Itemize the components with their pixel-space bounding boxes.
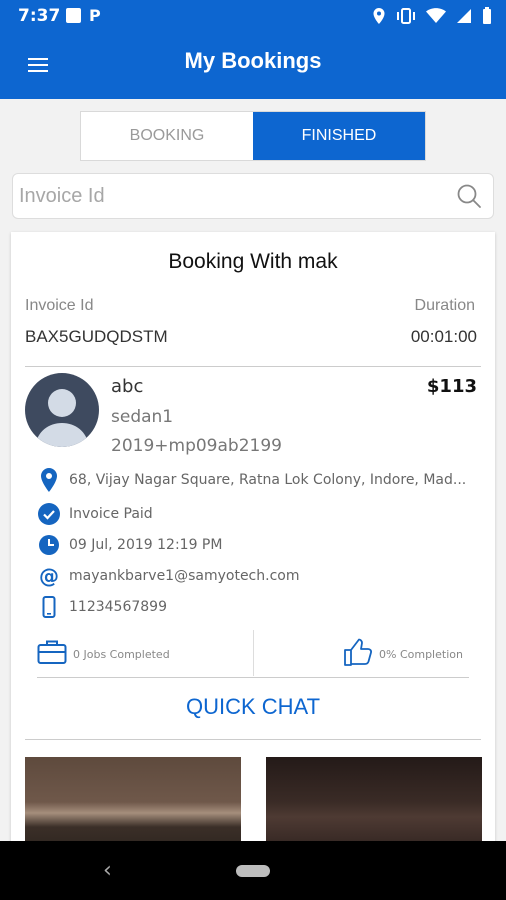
quick-chat-button[interactable]: QUICK CHAT	[11, 694, 495, 720]
notification-square-icon	[66, 8, 81, 23]
jobs-completed-text: 0 Jobs Completed	[73, 647, 170, 661]
invoice-id-label: Invoice Id	[25, 297, 94, 314]
jobs-completed-stat: 0 Jobs Completed	[37, 632, 170, 676]
duration-value: 00:01:00	[410, 327, 477, 346]
email-text: mayankbarve1@samyotech.com	[69, 568, 300, 584]
back-icon[interactable]: ‹	[103, 858, 112, 883]
page-title: My Bookings	[184, 48, 322, 73]
check-circle-icon	[37, 502, 61, 526]
invoice-id-value: BAX5GUDQDSTM	[25, 327, 168, 346]
status-time: 7:37	[18, 6, 61, 26]
phone-text: 11234567899	[69, 599, 167, 615]
battery-icon	[483, 7, 491, 24]
vibrate-icon	[397, 8, 415, 24]
system-nav-bar: ‹	[0, 841, 506, 900]
signal-icon	[457, 9, 471, 23]
briefcase-icon	[37, 639, 67, 669]
duration-label: Duration	[414, 297, 475, 314]
status-notification-icons: P	[66, 8, 101, 24]
datetime-row: 09 Jul, 2019 12:19 PM	[37, 533, 222, 557]
driver-car: sedan1	[111, 407, 174, 427]
stats-row: 0 Jobs Completed 0% Completion	[33, 630, 473, 676]
location-pin-icon	[37, 468, 61, 492]
booking-title: Booking With mak	[168, 250, 338, 273]
driver-name: abc	[111, 376, 144, 397]
booking-price: $113	[426, 376, 477, 397]
driver-plate: 2019+mp09ab2199	[111, 436, 282, 456]
thumbs-up-icon	[343, 637, 373, 671]
location-status-icon	[373, 8, 385, 24]
email-row: @ mayankbarve1@samyotech.com	[37, 564, 299, 588]
at-sign-icon: @	[39, 564, 59, 588]
clock-icon	[37, 533, 61, 557]
status-system-icons	[372, 7, 492, 25]
avatar	[25, 373, 99, 447]
search-icon[interactable]	[449, 176, 489, 216]
status-bar: 7:37 P	[0, 0, 506, 32]
divider	[25, 739, 481, 740]
address-row: 68, Vijay Nagar Square, Ratna Lok Colony…	[37, 468, 479, 492]
completion-text: 0% Completion	[379, 647, 463, 661]
stats-divider	[253, 630, 254, 676]
booking-tabs: BOOKING FINISHED	[80, 111, 426, 161]
divider	[25, 366, 481, 367]
divider	[37, 677, 469, 678]
payment-status: Invoice Paid	[69, 506, 153, 522]
search-input[interactable]	[13, 174, 449, 218]
booking-card[interactable]: Booking With mak Invoice Id BAX5GUDQDSTM…	[11, 232, 495, 857]
phone-icon	[37, 595, 61, 619]
home-pill[interactable]	[236, 865, 270, 877]
parking-icon: P	[89, 6, 101, 25]
completion-stat: 0% Completion	[343, 632, 463, 676]
phone-row: 11234567899	[37, 595, 167, 619]
booking-datetime: 09 Jul, 2019 12:19 PM	[69, 537, 223, 553]
wifi-icon	[426, 8, 446, 23]
app-bar: My Bookings	[0, 32, 506, 99]
tab-booking[interactable]: BOOKING	[81, 112, 253, 160]
search-bar	[12, 173, 494, 219]
payment-row: Invoice Paid	[37, 502, 153, 526]
address-text: 68, Vijay Nagar Square, Ratna Lok Colony…	[69, 472, 467, 488]
tab-finished[interactable]: FINISHED	[253, 112, 425, 160]
